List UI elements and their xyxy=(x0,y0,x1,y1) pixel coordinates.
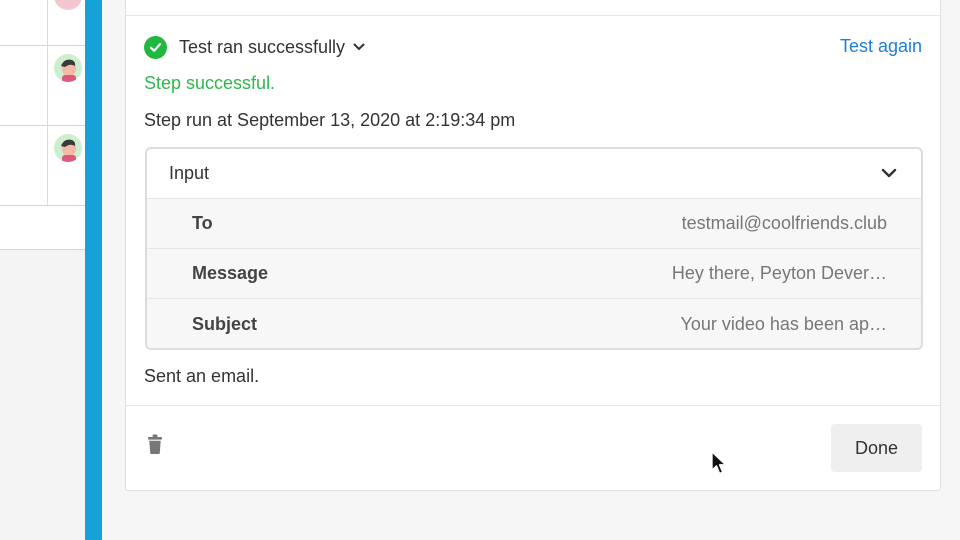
grid-row-divider xyxy=(0,125,85,126)
chevron-down-icon xyxy=(881,165,897,183)
input-row-value: testmail@coolfriends.club xyxy=(681,213,887,233)
input-row-label: Subject xyxy=(192,313,258,334)
input-row-label: To xyxy=(192,213,213,233)
check-circle-icon xyxy=(144,35,167,59)
grid-row-divider xyxy=(0,45,85,46)
divider xyxy=(126,405,940,406)
avatar[interactable] xyxy=(54,134,82,162)
input-row-value: Hey there, Peyton Dever… xyxy=(671,263,887,283)
mouse-cursor-icon xyxy=(711,451,727,482)
test-status-toggle[interactable]: Test ran successfully xyxy=(144,34,365,60)
input-row-subject: Subject Your video has been ap… xyxy=(147,299,921,348)
grid-column-divider xyxy=(47,0,48,205)
sidebar-accent-bar xyxy=(85,0,102,540)
step-summary: Sent an email. xyxy=(144,366,260,386)
record-grid xyxy=(0,0,85,540)
step-test-panel: Test ran successfully Test again Step su… xyxy=(125,0,941,491)
done-button[interactable]: Done xyxy=(831,424,922,472)
grid-row-divider xyxy=(0,205,85,206)
input-section-header[interactable]: Input xyxy=(147,149,921,199)
input-section-title: Input xyxy=(169,163,210,183)
trash-icon[interactable] xyxy=(148,434,162,459)
grid-row-divider xyxy=(0,249,85,250)
input-section: Input To testmail@coolfriends.club Messa… xyxy=(145,147,923,350)
avatar[interactable] xyxy=(54,54,82,82)
input-row-label: Message xyxy=(192,263,269,283)
input-row-message: Message Hey there, Peyton Dever… xyxy=(147,249,921,299)
step-result-text: Step successful. xyxy=(144,73,276,93)
avatar[interactable] xyxy=(54,0,82,10)
divider xyxy=(126,15,940,16)
chevron-down-icon xyxy=(353,43,365,51)
input-row-to: To testmail@coolfriends.club xyxy=(147,199,921,249)
input-row-value: Your video has been ap… xyxy=(680,313,888,334)
step-run-timestamp: Step run at September 13, 2020 at 2:19:3… xyxy=(144,110,516,130)
grid-cells xyxy=(0,0,85,250)
test-status-text: Test ran successfully xyxy=(179,36,346,57)
test-again-link[interactable]: Test again xyxy=(840,36,922,57)
